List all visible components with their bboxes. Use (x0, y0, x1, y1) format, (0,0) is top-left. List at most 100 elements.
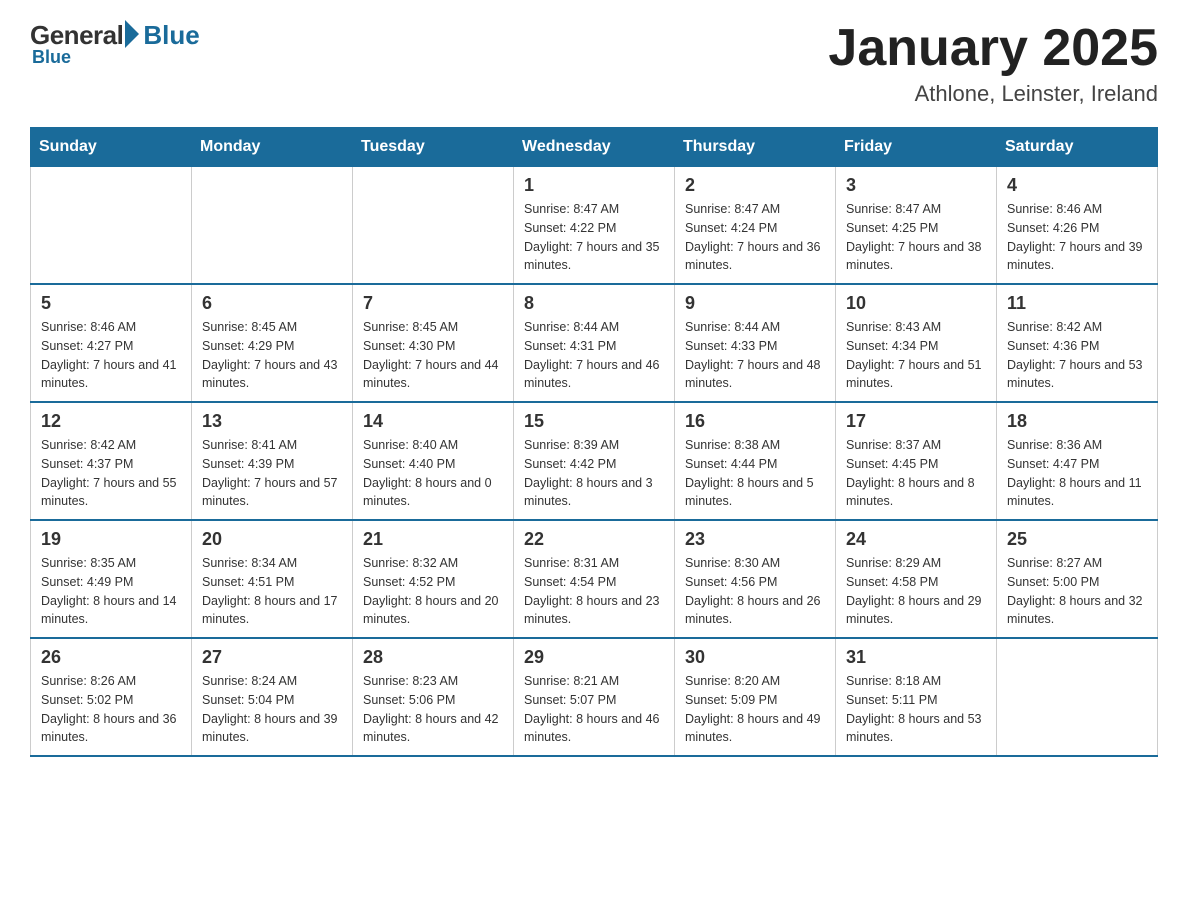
day-info: Sunrise: 8:18 AM Sunset: 5:11 PM Dayligh… (846, 672, 986, 747)
day-number: 2 (685, 175, 825, 196)
header-friday: Friday (836, 128, 997, 167)
page-header: General Blue Blue January 2025 Athlone, … (30, 20, 1158, 107)
header-saturday: Saturday (997, 128, 1158, 167)
logo-blue-text: Blue (143, 20, 199, 51)
calendar-cell: 12Sunrise: 8:42 AM Sunset: 4:37 PM Dayli… (31, 402, 192, 520)
calendar-cell: 25 Sunrise: 8:27 AM Sunset: 5:00 PM Dayli… (997, 520, 1158, 638)
day-number: 24 (846, 529, 986, 550)
day-number: 22 (524, 529, 664, 550)
calendar-cell: 6 Sunrise: 8:45 AM Sunset: 4:29 PM Daylig… (192, 284, 353, 402)
header-monday: Monday (192, 128, 353, 167)
calendar-cell: 21 Sunrise: 8:32 AM Sunset: 4:52 PM Dayli… (353, 520, 514, 638)
day-number: 9 (685, 293, 825, 314)
calendar-cell: 8 Sunrise: 8:44 AM Sunset: 4:31 PM Daylig… (514, 284, 675, 402)
day-info: Sunrise: 8:24 AM Sunset: 5:04 PM Dayligh… (202, 672, 342, 747)
day-number: 11 (1007, 293, 1147, 314)
calendar-table: SundayMondayTuesdayWednesdayThursdayFrid… (30, 127, 1158, 757)
day-number: 4 (1007, 175, 1147, 196)
day-info: Sunrise: 8:40 AM Sunset: 4:40 PM Dayligh… (363, 436, 503, 511)
day-number: 25 (1007, 529, 1147, 550)
calendar-cell: 15 Sunrise: 8:39 AM Sunset: 4:42 PM Dayli… (514, 402, 675, 520)
day-info: Sunrise: 8:36 AM Sunset: 4:47 PM Dayligh… (1007, 436, 1147, 511)
day-info: Sunrise: 8:30 AM Sunset: 4:56 PM Dayligh… (685, 554, 825, 629)
day-info: Sunrise: 8:42 AM Sunset: 4:36 PM Dayligh… (1007, 318, 1147, 393)
day-info: Sunrise: 8:47 AM Sunset: 4:22 PM Dayligh… (524, 200, 664, 275)
calendar-week-1: 1 Sunrise: 8:47 AM Sunset: 4:22 PM Daylig… (31, 167, 1158, 285)
day-info: Sunrise: 8:27 AM Sunset: 5:00 PM Dayligh… (1007, 554, 1147, 629)
day-number: 23 (685, 529, 825, 550)
day-info: Sunrise: 8:26 AM Sunset: 5:02 PM Dayligh… (41, 672, 181, 747)
day-info: Sunrise: 8:37 AM Sunset: 4:45 PM Dayligh… (846, 436, 986, 511)
calendar-cell: 31 Sunrise: 8:18 AM Sunset: 5:11 PM Dayli… (836, 638, 997, 756)
day-info: Sunrise: 8:34 AM Sunset: 4:51 PM Dayligh… (202, 554, 342, 629)
calendar-cell: 4 Sunrise: 8:46 AM Sunset: 4:26 PM Daylig… (997, 167, 1158, 285)
calendar-cell: 9 Sunrise: 8:44 AM Sunset: 4:33 PM Daylig… (675, 284, 836, 402)
day-number: 6 (202, 293, 342, 314)
day-info: Sunrise: 8:45 AM Sunset: 4:29 PM Dayligh… (202, 318, 342, 393)
calendar-cell: 10 Sunrise: 8:43 AM Sunset: 4:34 PM Dayli… (836, 284, 997, 402)
calendar-cell: 28 Sunrise: 8:23 AM Sunset: 5:06 PM Dayli… (353, 638, 514, 756)
page-subtitle: Athlone, Leinster, Ireland (828, 81, 1158, 107)
day-number: 10 (846, 293, 986, 314)
day-info: Sunrise: 8:45 AM Sunset: 4:30 PM Dayligh… (363, 318, 503, 393)
calendar-week-3: 12Sunrise: 8:42 AM Sunset: 4:37 PM Dayli… (31, 402, 1158, 520)
title-block: January 2025 Athlone, Leinster, Ireland (828, 20, 1158, 107)
calendar-cell: 5 Sunrise: 8:46 AM Sunset: 4:27 PM Daylig… (31, 284, 192, 402)
calendar-cell (192, 167, 353, 285)
day-number: 29 (524, 647, 664, 668)
day-info: Sunrise: 8:46 AM Sunset: 4:27 PM Dayligh… (41, 318, 181, 393)
day-info: Sunrise: 8:43 AM Sunset: 4:34 PM Dayligh… (846, 318, 986, 393)
day-info: Sunrise: 8:47 AM Sunset: 4:24 PM Dayligh… (685, 200, 825, 275)
header-thursday: Thursday (675, 128, 836, 167)
day-info: Sunrise: 8:46 AM Sunset: 4:26 PM Dayligh… (1007, 200, 1147, 275)
calendar-cell: 20 Sunrise: 8:34 AM Sunset: 4:51 PM Dayli… (192, 520, 353, 638)
day-number: 16 (685, 411, 825, 432)
day-info: Sunrise: 8:32 AM Sunset: 4:52 PM Dayligh… (363, 554, 503, 629)
calendar-cell: 24Sunrise: 8:29 AM Sunset: 4:58 PM Dayli… (836, 520, 997, 638)
calendar-week-2: 5 Sunrise: 8:46 AM Sunset: 4:27 PM Daylig… (31, 284, 1158, 402)
calendar-cell: 13Sunrise: 8:41 AM Sunset: 4:39 PM Dayli… (192, 402, 353, 520)
calendar-cell: 1 Sunrise: 8:47 AM Sunset: 4:22 PM Daylig… (514, 167, 675, 285)
day-number: 26 (41, 647, 181, 668)
calendar-cell: 27 Sunrise: 8:24 AM Sunset: 5:04 PM Dayli… (192, 638, 353, 756)
day-info: Sunrise: 8:23 AM Sunset: 5:06 PM Dayligh… (363, 672, 503, 747)
day-info: Sunrise: 8:39 AM Sunset: 4:42 PM Dayligh… (524, 436, 664, 511)
calendar-cell: 11 Sunrise: 8:42 AM Sunset: 4:36 PM Dayli… (997, 284, 1158, 402)
logo: General Blue Blue (30, 20, 200, 68)
day-info: Sunrise: 8:44 AM Sunset: 4:31 PM Dayligh… (524, 318, 664, 393)
calendar-cell: 16Sunrise: 8:38 AM Sunset: 4:44 PM Dayli… (675, 402, 836, 520)
day-info: Sunrise: 8:44 AM Sunset: 4:33 PM Dayligh… (685, 318, 825, 393)
day-number: 1 (524, 175, 664, 196)
day-number: 20 (202, 529, 342, 550)
day-number: 18 (1007, 411, 1147, 432)
day-number: 30 (685, 647, 825, 668)
calendar-cell: 2 Sunrise: 8:47 AM Sunset: 4:24 PM Daylig… (675, 167, 836, 285)
calendar-cell: 14Sunrise: 8:40 AM Sunset: 4:40 PM Dayli… (353, 402, 514, 520)
day-number: 21 (363, 529, 503, 550)
day-number: 19 (41, 529, 181, 550)
day-number: 7 (363, 293, 503, 314)
calendar-cell: 29Sunrise: 8:21 AM Sunset: 5:07 PM Dayli… (514, 638, 675, 756)
calendar-cell: 23 Sunrise: 8:30 AM Sunset: 4:56 PM Dayli… (675, 520, 836, 638)
page-title: January 2025 (828, 20, 1158, 77)
day-number: 28 (363, 647, 503, 668)
logo-arrow-icon (125, 20, 139, 48)
day-number: 8 (524, 293, 664, 314)
calendar-week-5: 26 Sunrise: 8:26 AM Sunset: 5:02 PM Dayli… (31, 638, 1158, 756)
day-info: Sunrise: 8:35 AM Sunset: 4:49 PM Dayligh… (41, 554, 181, 629)
header-sunday: Sunday (31, 128, 192, 167)
day-info: Sunrise: 8:47 AM Sunset: 4:25 PM Dayligh… (846, 200, 986, 275)
header-tuesday: Tuesday (353, 128, 514, 167)
calendar-cell: 7 Sunrise: 8:45 AM Sunset: 4:30 PM Daylig… (353, 284, 514, 402)
day-number: 15 (524, 411, 664, 432)
day-number: 31 (846, 647, 986, 668)
day-info: Sunrise: 8:31 AM Sunset: 4:54 PM Dayligh… (524, 554, 664, 629)
calendar-cell (353, 167, 514, 285)
day-info: Sunrise: 8:42 AM Sunset: 4:37 PM Dayligh… (41, 436, 181, 511)
day-number: 5 (41, 293, 181, 314)
calendar-cell: 22 Sunrise: 8:31 AM Sunset: 4:54 PM Dayli… (514, 520, 675, 638)
calendar-week-4: 19 Sunrise: 8:35 AM Sunset: 4:49 PM Dayli… (31, 520, 1158, 638)
day-number: 27 (202, 647, 342, 668)
calendar-header-row: SundayMondayTuesdayWednesdayThursdayFrid… (31, 128, 1158, 167)
day-number: 13 (202, 411, 342, 432)
